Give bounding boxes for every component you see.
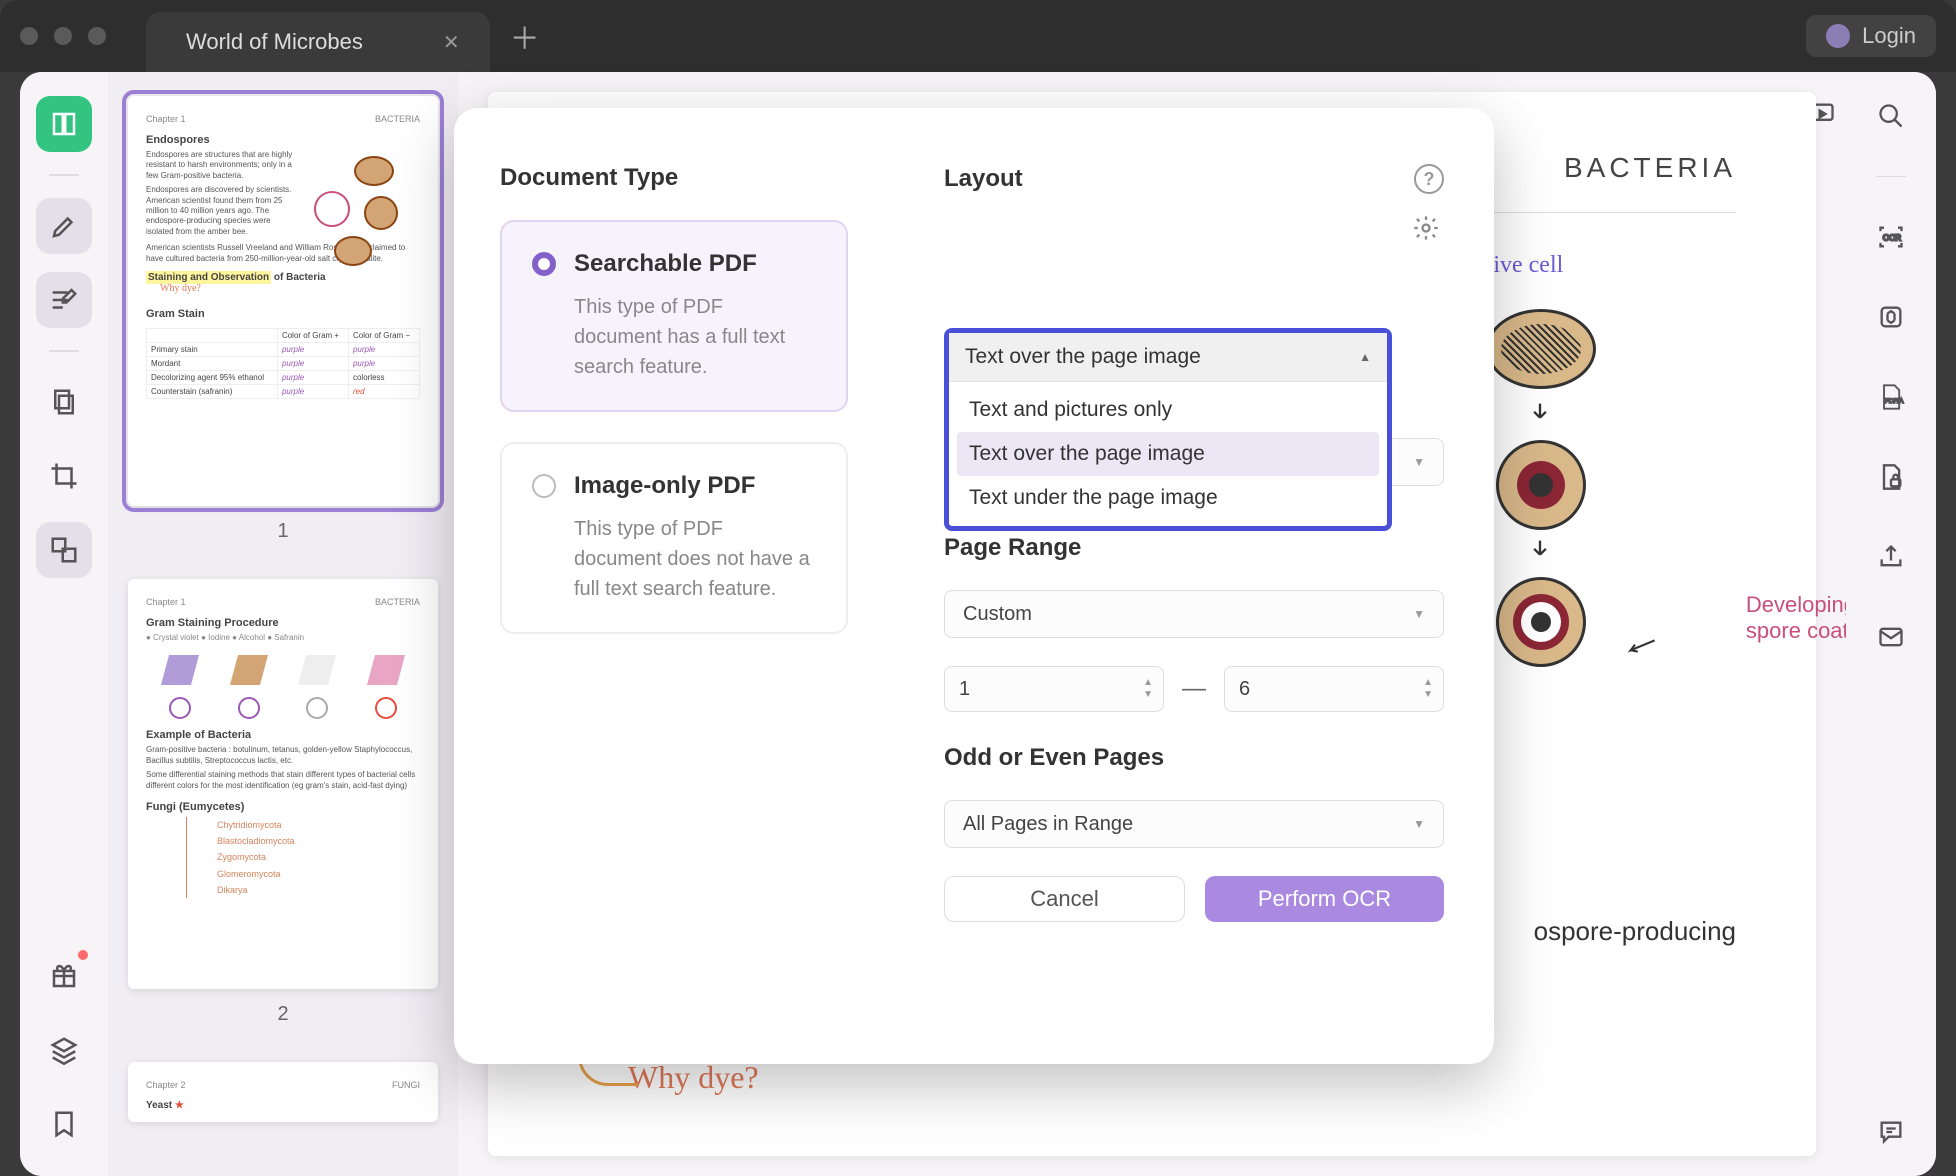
- window-titlebar: World of Microbes ✕ ＋ Login: [0, 0, 1956, 72]
- gift-button[interactable]: [36, 948, 92, 1004]
- range-from-input[interactable]: 1 ▲▼: [944, 666, 1164, 712]
- gram-stain-table: Color of Gram +Color of Gram − Primary s…: [146, 328, 420, 399]
- cancel-button[interactable]: Cancel: [944, 876, 1185, 922]
- triangle-up-icon: ▲: [1359, 350, 1371, 364]
- stepper-arrows-icon[interactable]: ▲▼: [1143, 678, 1153, 700]
- document-type-heading: Document Type: [500, 164, 848, 192]
- svg-text:PDF/A: PDF/A: [1885, 398, 1905, 405]
- vegetative-cell-illustration: ative cell Developingspore coat: [1476, 252, 1756, 667]
- bookmark-button[interactable]: [36, 1096, 92, 1152]
- close-tab-icon[interactable]: ✕: [443, 30, 460, 55]
- document-tab[interactable]: World of Microbes ✕: [146, 12, 490, 72]
- page-thumbnail-2[interactable]: Chapter 1BACTERIA Gram Staining Procedur…: [128, 579, 438, 1026]
- odd-even-heading: Odd or Even Pages: [944, 744, 1444, 772]
- range-to-input[interactable]: 6 ▲▼: [1224, 666, 1444, 712]
- page-section-label: BACTERIA: [1564, 152, 1736, 184]
- crop-tool[interactable]: [36, 448, 92, 504]
- caret-down-icon: ▼: [1413, 607, 1425, 621]
- layout-option-text-over[interactable]: Text over the page image: [957, 432, 1379, 476]
- notification-badge-icon: [78, 950, 88, 960]
- comment-icon[interactable]: [1871, 1112, 1911, 1152]
- ocr-icon[interactable]: OCR: [1871, 217, 1911, 257]
- thumb-page-number: 1: [128, 520, 438, 543]
- help-icon[interactable]: ?: [1414, 164, 1444, 194]
- avatar-icon: [1826, 24, 1850, 48]
- compare-tool[interactable]: [36, 522, 92, 578]
- page-range-select[interactable]: Custom ▼: [944, 590, 1444, 638]
- divider: [49, 174, 79, 176]
- layout-option-text-under[interactable]: Text under the page image: [957, 476, 1379, 520]
- endospore-diagram-icon: [304, 146, 424, 266]
- layout-option-text-pictures[interactable]: Text and pictures only: [957, 388, 1379, 432]
- searchable-pdf-option[interactable]: Searchable PDF This type of PDF document…: [500, 220, 848, 412]
- caret-down-icon: ▼: [1413, 817, 1425, 831]
- thumbnails-panel: Chapter 1BACTERIA Endospores Endospores …: [108, 72, 458, 1176]
- text-edit-tool[interactable]: [36, 272, 92, 328]
- stepper-arrows-icon[interactable]: ▲▼: [1423, 678, 1433, 700]
- right-toolbar: OCR PDF/A: [1846, 72, 1936, 1176]
- radio-unselected-icon: [532, 474, 556, 498]
- why-dye-annotation: Why dye?: [628, 1059, 1736, 1096]
- minimize-window-button[interactable]: [54, 27, 72, 45]
- ocr-dialog: Document Type Searchable PDF This type o…: [454, 108, 1494, 1064]
- developing-spore-label: Developingspore coat: [1746, 592, 1846, 644]
- layers-button[interactable]: [36, 1022, 92, 1078]
- odd-even-select[interactable]: All Pages in Range ▼: [944, 800, 1444, 848]
- close-window-button[interactable]: [20, 27, 38, 45]
- share-icon[interactable]: [1871, 537, 1911, 577]
- login-button[interactable]: Login: [1806, 15, 1936, 57]
- search-icon[interactable]: [1871, 96, 1911, 136]
- traffic-lights: [20, 27, 106, 45]
- mail-icon[interactable]: [1871, 617, 1911, 657]
- gear-icon[interactable]: [1412, 214, 1444, 246]
- page-thumbnail-1[interactable]: Chapter 1BACTERIA Endospores Endospores …: [128, 96, 438, 543]
- radio-selected-icon: [532, 252, 556, 276]
- tab-title: World of Microbes: [186, 29, 363, 55]
- login-label: Login: [1862, 23, 1916, 49]
- perform-ocr-button[interactable]: Perform OCR: [1205, 876, 1444, 922]
- book-view-button[interactable]: [36, 96, 92, 152]
- left-toolbar: [20, 72, 108, 1176]
- layout-heading: Layout: [944, 165, 1023, 193]
- page-range-heading: Page Range: [944, 534, 1444, 562]
- divider: [49, 350, 79, 352]
- layout-select[interactable]: Text over the page image ▲: [949, 333, 1387, 382]
- convert-icon[interactable]: [1871, 297, 1911, 337]
- new-tab-button[interactable]: ＋: [510, 14, 540, 58]
- pdfa-icon[interactable]: PDF/A: [1871, 377, 1911, 417]
- caret-down-icon: ▼: [1413, 455, 1425, 469]
- thumb-page-number: 2: [128, 1003, 438, 1026]
- secure-icon[interactable]: [1871, 457, 1911, 497]
- layout-dropdown: Text over the page image ▲ Text and pict…: [944, 328, 1392, 531]
- page-thumbnail-3[interactable]: Chapter 2FUNGI Yeast ★: [128, 1062, 438, 1122]
- maximize-window-button[interactable]: [88, 27, 106, 45]
- svg-text:OCR: OCR: [1883, 234, 1901, 243]
- image-only-pdf-option[interactable]: Image-only PDF This type of PDF document…: [500, 442, 848, 634]
- highlighter-tool[interactable]: [36, 198, 92, 254]
- range-dash: —: [1182, 675, 1206, 703]
- pages-tool[interactable]: [36, 374, 92, 430]
